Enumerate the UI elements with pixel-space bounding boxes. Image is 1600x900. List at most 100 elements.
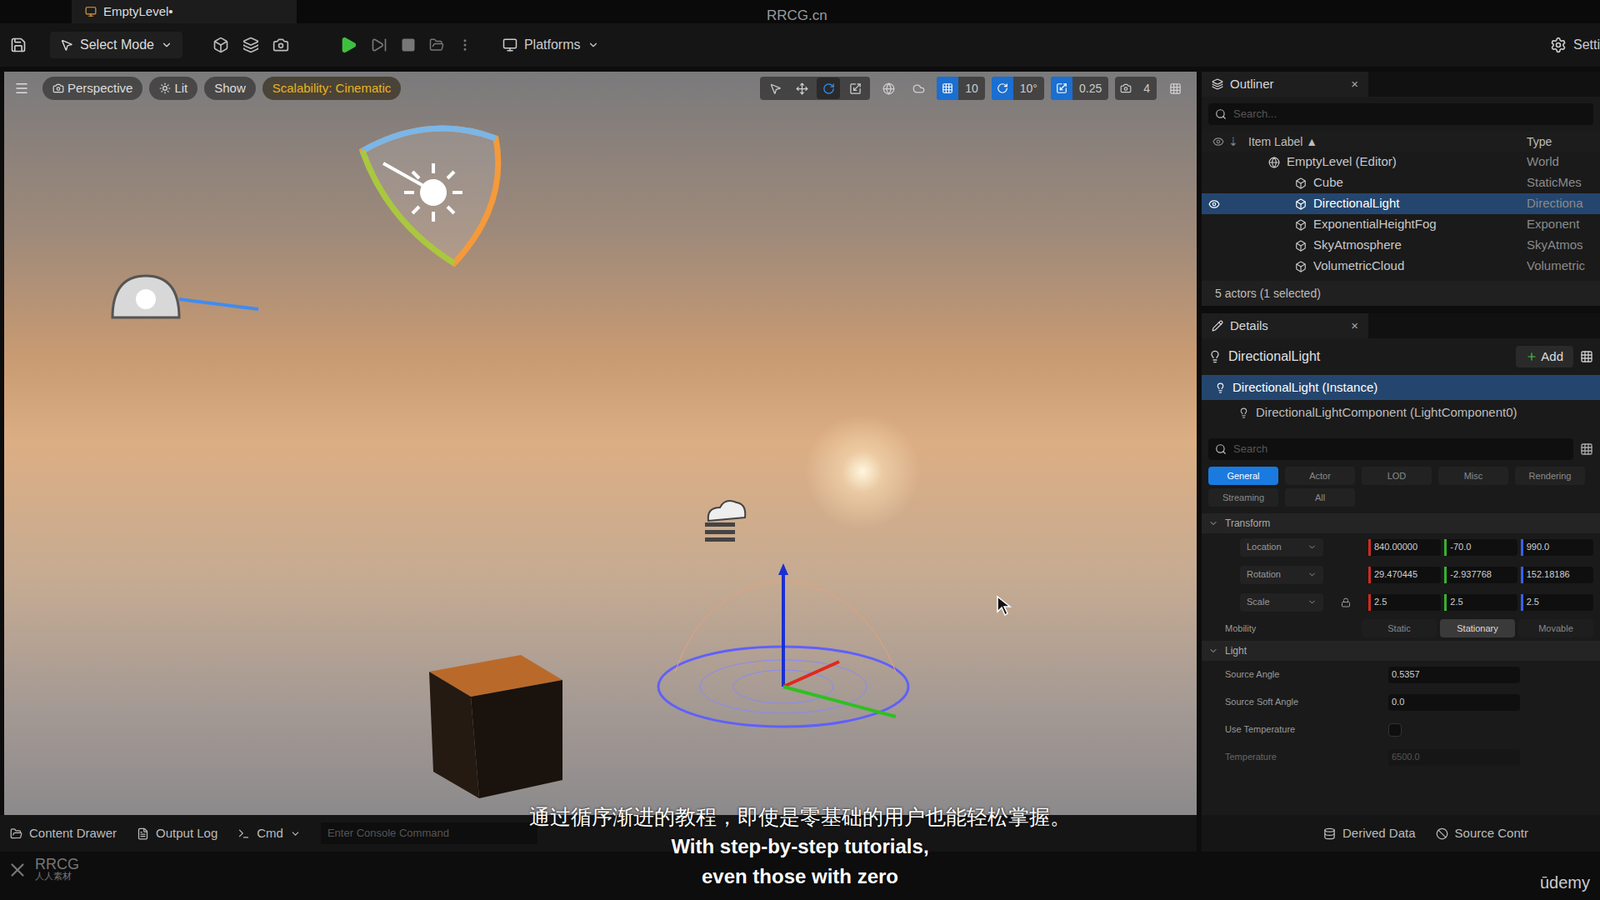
snap-toggle[interactable]: 0.25 [1050, 76, 1109, 100]
component-row[interactable]: DirectionalLight (Instance) [1201, 375, 1600, 400]
vector-field[interactable]: 2.5 [1368, 594, 1441, 611]
viewport[interactable]: PerspectiveLitShowScalability: Cinematic… [4, 71, 1197, 815]
select-icon [769, 82, 782, 95]
status-button[interactable]: Content Drawer [10, 824, 117, 844]
scale-tool[interactable] [843, 77, 867, 100]
rotate-tool[interactable] [816, 77, 840, 100]
column-header[interactable]: Type [1526, 133, 1594, 151]
layout-button[interactable] [1163, 77, 1187, 100]
transform-dropdown[interactable]: Location [1240, 538, 1324, 557]
outliner-row[interactable]: DirectionalLightDirectiona [1201, 193, 1600, 215]
number-field[interactable]: 0.5357 [1388, 666, 1520, 684]
view-options-icon[interactable] [1580, 442, 1594, 456]
blueprint-icon[interactable] [1580, 350, 1594, 364]
world-icon [1268, 156, 1280, 169]
outliner-row[interactable]: SkyAtmosphereSkyAtmos [1201, 235, 1600, 256]
actor-name[interactable]: DirectionalLight [1228, 346, 1510, 367]
status-button[interactable]: Output Log [136, 824, 218, 844]
stop-icon[interactable] [400, 37, 416, 53]
add-actor-icon[interactable] [212, 36, 230, 54]
filter-tab[interactable]: Streaming [1208, 488, 1279, 507]
outliner-row[interactable]: EmptyLevel (Editor)World [1201, 151, 1600, 173]
cmd-button[interactable]: Cmd [237, 824, 301, 844]
viewport-button[interactable]: Perspective [42, 76, 143, 100]
filter-tab[interactable]: All [1285, 488, 1355, 507]
transform-dropdown[interactable]: Scale [1240, 593, 1324, 612]
number-field[interactable]: 0.0 [1388, 694, 1520, 711]
viewport-button[interactable]: Scalability: Cinematic [262, 76, 402, 100]
add-button[interactable]: Add [1515, 345, 1574, 368]
viewport-toolbar: PerspectiveLitShowScalability: Cinematic… [14, 76, 1187, 100]
column-header[interactable]: Item Label ▲ [1248, 133, 1527, 151]
vector-field[interactable]: -2.937768 [1444, 566, 1517, 584]
select-mode-button[interactable]: Select Mode [50, 31, 183, 59]
sky-light-icon[interactable] [108, 259, 275, 326]
outliner-footer: 5 actors (1 selected) [1201, 280, 1600, 306]
step-icon[interactable] [370, 36, 388, 54]
database-icon [1323, 827, 1336, 840]
outliner-row[interactable]: CubeStaticMes [1201, 172, 1600, 194]
vector-field[interactable]: 152.18186 [1520, 566, 1594, 584]
world-space[interactable] [876, 77, 900, 100]
close-button[interactable]: × [1350, 316, 1359, 336]
filter-tab[interactable]: General [1208, 466, 1279, 485]
checkbox[interactable] [1388, 723, 1402, 737]
platforms-button[interactable]: Platforms [502, 35, 600, 55]
mouse-cursor-icon [995, 595, 1013, 617]
component-row[interactable]: DirectionalLightComponent (LightComponen… [1201, 400, 1600, 425]
cinematics-icon[interactable] [272, 36, 290, 54]
viewport-button[interactable]: Lit [149, 76, 198, 100]
section-header[interactable]: Transform [1201, 513, 1600, 534]
component-icon [1215, 382, 1226, 394]
viewport-button[interactable]: Show [204, 76, 256, 100]
cube-mesh[interactable] [420, 646, 571, 801]
filter-tab[interactable]: Rendering [1515, 466, 1585, 485]
outliner-row[interactable]: VolumetricCloudVolumetric [1201, 255, 1600, 277]
vector-field[interactable]: 990.0 [1520, 539, 1594, 556]
save-icon[interactable] [10, 36, 27, 54]
filter-tab[interactable]: LOD [1361, 466, 1432, 485]
derived-data-button[interactable]: Derived Data [1323, 824, 1416, 844]
outliner-search[interactable]: Search... [1208, 103, 1594, 125]
blueprints-icon[interactable] [242, 36, 260, 54]
fog-icon[interactable] [700, 492, 752, 545]
source-control-button[interactable]: Source Contr [1435, 824, 1529, 844]
mobility-option[interactable]: Static [1361, 619, 1437, 638]
directional-light-gizmo-icon[interactable] [354, 113, 521, 272]
level-tab[interactable]: EmptyLevel• [71, 0, 297, 24]
filter-tab[interactable]: Misc [1438, 466, 1509, 485]
vector-field[interactable]: 840.00000 [1368, 539, 1441, 556]
outliner-tab[interactable]: Outliner× [1201, 71, 1369, 97]
vector-field[interactable]: 29.470445 [1368, 566, 1441, 584]
visibility-icon[interactable] [1208, 198, 1220, 210]
snap-toggle[interactable]: 10° [991, 76, 1045, 100]
lock-icon[interactable] [1340, 597, 1351, 608]
more-icon[interactable] [457, 37, 473, 53]
filter-tab[interactable]: Actor [1285, 466, 1355, 485]
vector-field[interactable]: 2.5 [1444, 594, 1517, 611]
close-button[interactable]: × [1350, 75, 1359, 95]
vector-field[interactable]: 2.5 [1520, 594, 1594, 611]
mobility-option[interactable]: Stationary [1440, 619, 1515, 638]
transform-gizmo-icon[interactable] [654, 563, 921, 739]
vector-field[interactable]: -70.0 [1444, 539, 1517, 556]
outliner-row[interactable]: ExponentialHeightFogExponent [1201, 214, 1600, 235]
eject-icon[interactable] [429, 37, 445, 53]
chevron-icon [1208, 518, 1219, 529]
snap-toggle[interactable]: 10 [936, 76, 985, 100]
menu-icon[interactable] [14, 80, 30, 96]
details-search[interactable]: Search [1208, 438, 1574, 460]
snap-toggle[interactable]: 4 [1115, 76, 1157, 100]
settings-button[interactable]: Setti [1550, 35, 1600, 55]
sun-glow [804, 413, 921, 530]
details-tab[interactable]: Details× [1201, 313, 1369, 339]
console-input[interactable]: Enter Console Command [320, 822, 538, 845]
mobility-option[interactable]: Movable [1518, 619, 1594, 638]
move-tool[interactable] [790, 77, 814, 100]
section-header[interactable]: Light [1201, 640, 1600, 661]
select-tool[interactable] [763, 77, 787, 100]
play-icon[interactable] [339, 35, 358, 55]
surface-snap[interactable] [906, 77, 930, 100]
transform-dropdown[interactable]: Rotation [1240, 565, 1324, 585]
outliner-icon [1211, 78, 1224, 90]
